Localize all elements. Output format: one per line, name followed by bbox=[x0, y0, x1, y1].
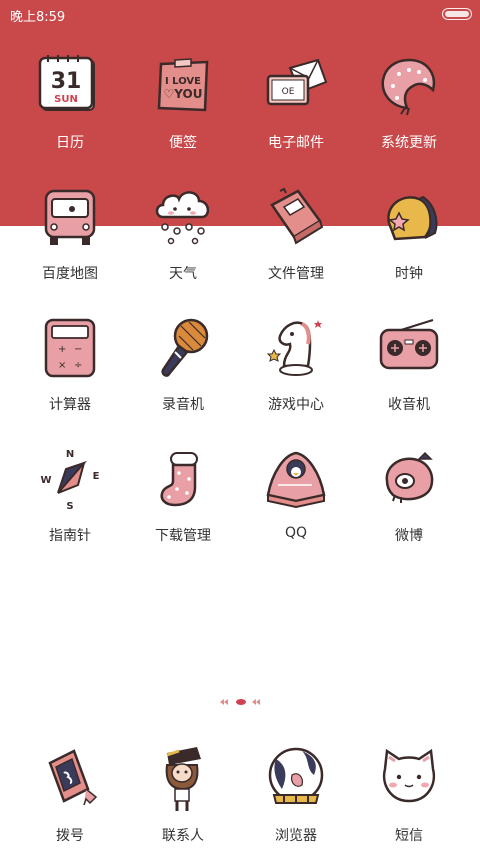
app-compass-label: 指南针 bbox=[49, 528, 91, 544]
compass-icon: N W E S bbox=[40, 449, 100, 512]
dock-dialer-label: 拨号 bbox=[56, 828, 84, 844]
app-calendar[interactable]: 31 SUN 日历 bbox=[10, 52, 130, 182]
chess-knight-icon bbox=[266, 320, 322, 376]
girl-avatar-icon bbox=[165, 747, 201, 811]
svg-text:E: E bbox=[93, 471, 100, 482]
app-files-label: 文件管理 bbox=[268, 266, 324, 282]
dock-dialer[interactable]: 拨号 bbox=[10, 745, 130, 853]
dock-contacts-label: 联系人 bbox=[162, 828, 204, 844]
stocking-icon bbox=[160, 452, 198, 507]
app-downloads[interactable]: 下载管理 bbox=[123, 445, 243, 575]
app-weather[interactable]: 天气 bbox=[123, 183, 243, 313]
app-update-label: 系统更新 bbox=[381, 135, 437, 151]
phone-icon bbox=[48, 749, 98, 806]
app-notes-label: 便签 bbox=[169, 135, 197, 151]
app-compass[interactable]: N W E S 指南针 bbox=[10, 445, 130, 575]
app-game-center[interactable]: 游戏中心 bbox=[236, 314, 356, 444]
dock-browser-label: 浏览器 bbox=[275, 828, 317, 844]
app-downloads-label: 下载管理 bbox=[155, 528, 211, 544]
status-time: 晚上8:59 bbox=[10, 10, 66, 25]
app-files[interactable]: 文件管理 bbox=[236, 183, 356, 313]
app-clock-label: 时钟 bbox=[395, 266, 423, 282]
app-update[interactable]: 系统更新 bbox=[349, 52, 469, 182]
cloud-icon bbox=[155, 191, 210, 245]
status-bar: 晚上8:59 bbox=[0, 0, 480, 28]
svg-text:I LOVE: I LOVE bbox=[165, 76, 201, 87]
svg-text:÷: ÷ bbox=[74, 360, 82, 371]
app-qq-label: QQ bbox=[284, 525, 308, 541]
svg-text:+: + bbox=[58, 344, 66, 355]
app-maps[interactable]: 百度地图 bbox=[10, 183, 130, 313]
app-weibo-label: 微博 bbox=[395, 528, 423, 544]
svg-text:W: W bbox=[40, 475, 51, 486]
app-recorder-label: 录音机 bbox=[162, 397, 204, 413]
app-maps-label: 百度地图 bbox=[42, 266, 98, 282]
svg-text:31: 31 bbox=[51, 69, 82, 94]
alarm-icon bbox=[386, 187, 438, 241]
app-weather-label: 天气 bbox=[169, 266, 197, 282]
app-email-label: 电子邮件 bbox=[268, 135, 324, 151]
app-weibo[interactable]: 微博 bbox=[349, 445, 469, 575]
notes-icon: I LOVE ♡YOU bbox=[157, 58, 209, 112]
app-calculator-label: 计算器 bbox=[49, 397, 91, 413]
app-email[interactable]: OE 电子邮件 bbox=[236, 52, 356, 182]
envelope-icon: OE bbox=[266, 58, 328, 106]
globe-icon bbox=[268, 747, 324, 804]
app-calendar-label: 日历 bbox=[56, 135, 84, 151]
app-game-center-label: 游戏中心 bbox=[268, 397, 324, 413]
penguin-icon bbox=[266, 451, 326, 509]
svg-text:♡YOU: ♡YOU bbox=[164, 87, 203, 101]
dock-contacts[interactable]: 联系人 bbox=[123, 745, 243, 853]
dock-sms[interactable]: 短信 bbox=[349, 745, 469, 853]
weibo-icon bbox=[385, 451, 434, 503]
bus-icon bbox=[44, 189, 96, 245]
cat-icon bbox=[382, 748, 436, 803]
dock-browser[interactable]: 浏览器 bbox=[236, 745, 356, 853]
svg-text:−: − bbox=[74, 344, 82, 355]
dock-sms-label: 短信 bbox=[395, 828, 423, 844]
calendar-icon: 31 SUN bbox=[38, 55, 95, 111]
page-indicator bbox=[220, 699, 260, 705]
svg-text:S: S bbox=[66, 501, 73, 512]
app-recorder[interactable]: 录音机 bbox=[123, 314, 243, 444]
app-notes[interactable]: I LOVE ♡YOU 便签 bbox=[123, 52, 243, 182]
app-clock[interactable]: 时钟 bbox=[349, 183, 469, 313]
svg-text:OE: OE bbox=[282, 87, 295, 97]
app-radio[interactable]: 收音机 bbox=[349, 314, 469, 444]
folder-icon bbox=[270, 187, 324, 245]
update-icon bbox=[381, 58, 436, 116]
svg-text:SUN: SUN bbox=[54, 94, 78, 105]
battery-icon bbox=[442, 8, 472, 20]
app-calculator[interactable]: + − × ÷ 计算器 bbox=[10, 314, 130, 444]
calculator-icon: + − × ÷ bbox=[44, 318, 96, 378]
app-radio-label: 收音机 bbox=[388, 397, 430, 413]
app-qq[interactable]: QQ bbox=[236, 445, 356, 575]
svg-text:N: N bbox=[66, 449, 74, 460]
svg-text:×: × bbox=[58, 360, 66, 371]
microphone-icon bbox=[161, 318, 209, 377]
radio-icon bbox=[379, 319, 439, 370]
